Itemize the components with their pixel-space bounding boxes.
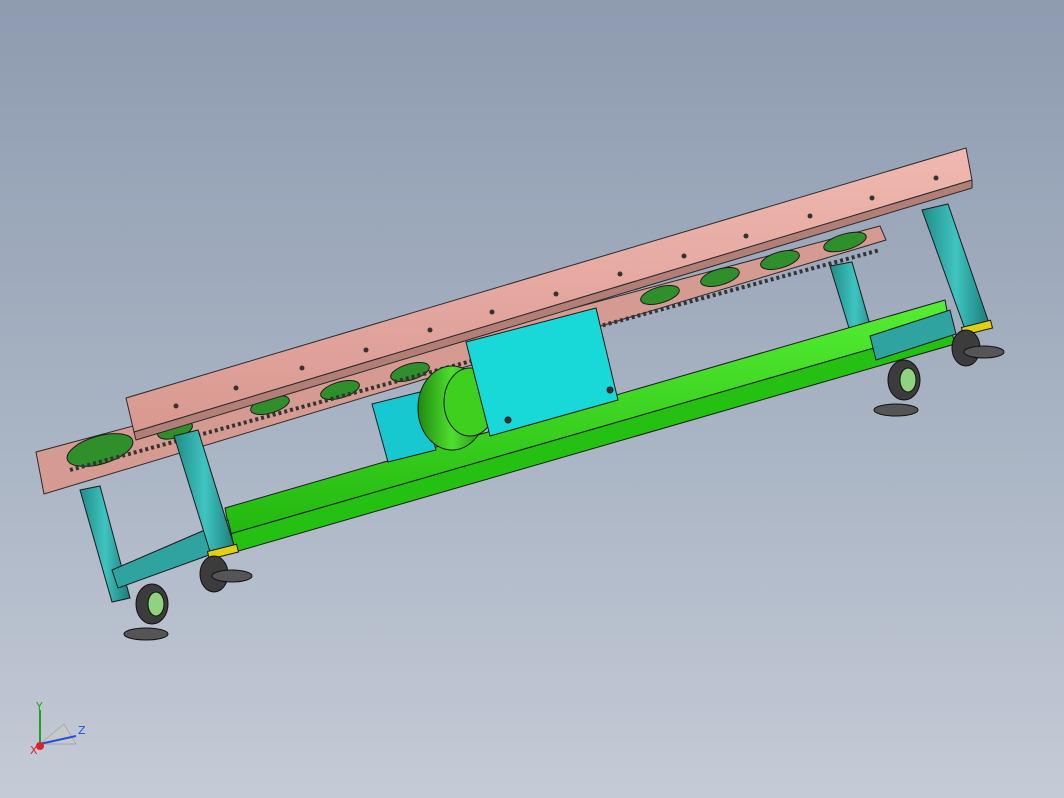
y-axis-label: Y	[35, 700, 43, 713]
x-axis-label: X	[30, 744, 38, 757]
conveyor-model[interactable]	[0, 0, 1064, 798]
caster-rear-right	[951, 329, 1005, 367]
caster-front-right	[873, 359, 921, 417]
coordinate-triad[interactable]: Y Z X	[26, 700, 96, 760]
caster-rear-left	[199, 555, 253, 593]
caster-front-left	[123, 583, 169, 641]
z-axis-label: Z	[78, 724, 86, 737]
cad-viewport[interactable]: Y Z X	[0, 0, 1064, 798]
